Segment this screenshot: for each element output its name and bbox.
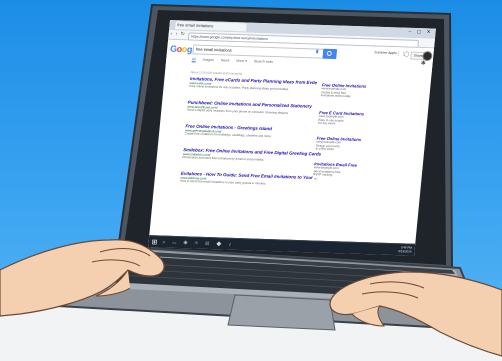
window-controls[interactable]: – ▢ ✕ — [408, 29, 433, 36]
side-ad: Free Online Invitations www.example.com … — [321, 82, 411, 100]
search-result: Punchbowl: Online Invitations and Person… — [187, 100, 314, 117]
side-ad: Invitations Email Free www.example.com S… — [313, 161, 403, 179]
taskbar-app-icons[interactable]: ⌕ ▭ ◉ ✉ ▤ ◆ ♪ — [162, 240, 234, 248]
tab-all[interactable]: All — [191, 57, 196, 63]
account-name[interactable]: Summer Apple — [374, 50, 397, 55]
search-button[interactable] — [322, 48, 338, 60]
tab-more[interactable]: More ▾ — [236, 59, 247, 63]
search-tabs: All Images News More ▾ Search tools — [191, 57, 280, 64]
touchpad — [227, 294, 336, 331]
side-ad: Free E Card Invitations www.example.com … — [318, 110, 408, 128]
tab-images[interactable]: Images — [202, 58, 214, 62]
search-result: Free Online Invitations - Greetings Isla… — [185, 123, 312, 140]
laptop-screen: free email invitations – ▢ ✕ ‹ › ↻ https… — [148, 20, 436, 256]
system-clock[interactable]: 3:45 PM 5/15/2016 — [398, 245, 412, 254]
search-result: Invitations, Free eCards and Party Plann… — [189, 76, 317, 93]
notifications-icon[interactable]: ◯ — [404, 51, 410, 57]
search-result: Evitations - How To Guide: Send Free Ema… — [180, 171, 318, 188]
results-stats: About 2,010,000 results (0.52 seconds) — [190, 70, 243, 76]
tab-search-tools[interactable]: Search tools — [254, 59, 274, 64]
gear-icon[interactable]: ✱ — [420, 60, 426, 67]
windows-start-icon[interactable]: ⊞ — [151, 238, 158, 246]
nav-buttons-icon[interactable]: ‹ › ↻ — [170, 31, 186, 37]
search-result: Smilebox: Free Online Invitations and Fr… — [182, 147, 321, 164]
clock-date: 5/15/2016 — [398, 248, 412, 254]
side-ad: Free Online Invitations www.example.com … — [315, 136, 405, 154]
search-input[interactable]: free email invitations — [192, 44, 336, 59]
tab-news[interactable]: News — [221, 58, 230, 62]
